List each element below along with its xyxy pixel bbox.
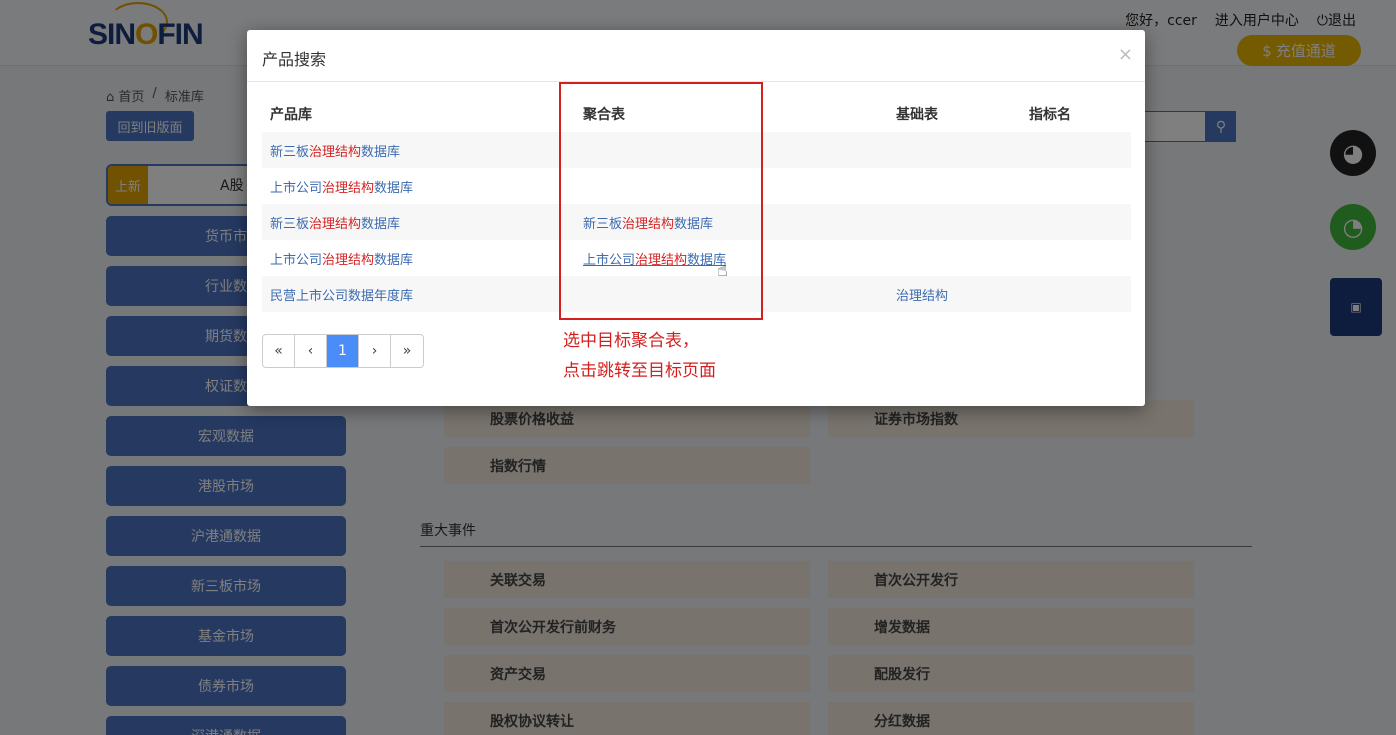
base-table-cell [888,240,1021,276]
first-page-button[interactable]: « [263,335,295,367]
product-library-link[interactable]: 上市公司治理结构数据库 [262,168,575,204]
indicator-cell [1021,168,1131,204]
prev-page-button[interactable]: ‹ [295,335,327,367]
product-library-link[interactable]: 民营上市公司数据年度库 [262,276,575,312]
indicator-cell [1021,132,1131,168]
text-part: 数据库 [361,216,401,232]
page-1-button[interactable]: 1 [327,335,359,367]
text-part: 数据库 [374,180,414,196]
product-library-link[interactable]: 上市公司治理结构数据库 [262,240,575,276]
product-library-link[interactable]: 新三板治理结构数据库 [262,132,575,168]
text-part: 数据库 [361,144,401,160]
annotation-text: 选中目标聚合表， 点击跳转至目标页面 [563,326,716,386]
base-table-cell [888,168,1021,204]
product-library-link[interactable]: 新三板治理结构数据库 [262,204,575,240]
text-part: 新三板 [270,216,310,232]
base-table-cell [888,132,1021,168]
column-header: 指标名 [1029,107,1071,123]
column-header: 基础表 [896,107,938,123]
highlight-text: 治理结构 [309,216,362,232]
highlight-text: 治理结构 [309,144,362,160]
annotation-highlight-box [559,82,763,320]
highlight-text: 治理结构 [322,252,375,268]
indicator-cell [1021,204,1131,240]
product-search-modal: 产品搜索 × 产品库 聚合表 基础表 指标名 新三板治理结构数据库 上市公司治理… [247,30,1145,406]
close-icon[interactable]: × [1118,44,1133,65]
hand-cursor-icon: ☝ [717,260,728,281]
text-part: 民营上市公司数据年度库 [270,288,414,304]
annotation-line: 点击跳转至目标页面 [563,361,716,381]
indicator-cell [1021,240,1131,276]
text-part: 数据库 [374,252,414,268]
text-part: 新三板 [270,144,310,160]
base-table-cell [888,204,1021,240]
modal-title: 产品搜索 [262,50,327,69]
pagination: « ‹ 1 › » [262,334,424,368]
text-part: 上市公司 [270,180,323,196]
annotation-line: 选中目标聚合表， [563,331,699,351]
text-part: 上市公司 [270,252,323,268]
base-table-link[interactable]: 治理结构 [888,276,1021,312]
last-page-button[interactable]: » [391,335,423,367]
column-header: 产品库 [270,107,312,123]
indicator-cell [1021,276,1131,312]
highlight-text: 治理结构 [322,180,375,196]
next-page-button[interactable]: › [359,335,391,367]
modal-header: 产品搜索 × [247,30,1145,82]
